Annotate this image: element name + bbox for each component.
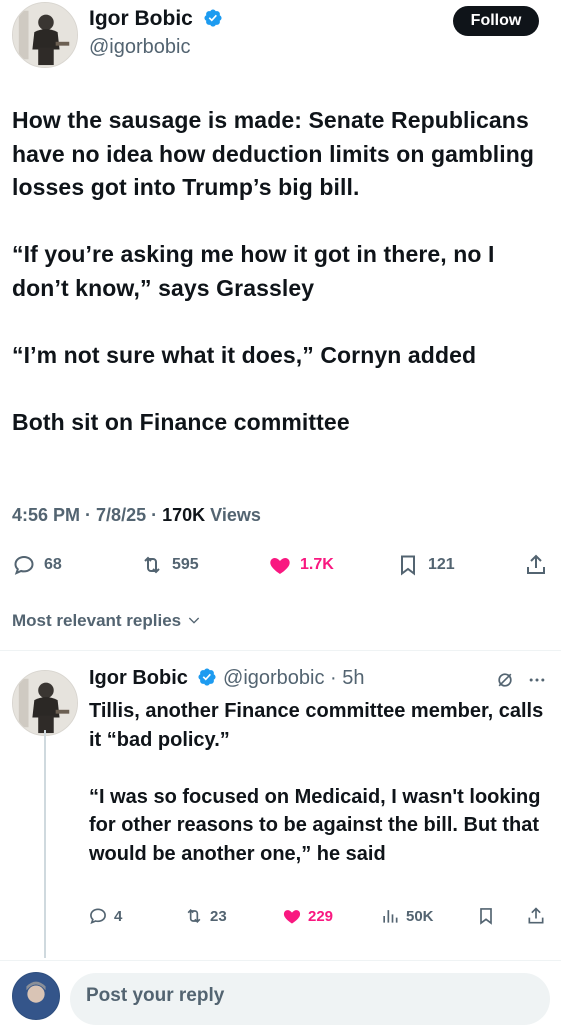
reply-repost-button[interactable]: 23 (184, 903, 227, 929)
reply-composer-input[interactable]: Post your reply (70, 973, 550, 1025)
verified-badge-icon (198, 668, 216, 686)
reply-bookmark-button[interactable] (476, 903, 496, 929)
like-count: 1.7K (300, 556, 334, 573)
bookmark-icon (401, 555, 415, 576)
bookmark-icon (480, 908, 492, 925)
repost-count: 595 (172, 556, 199, 573)
reply-count: 68 (44, 556, 62, 573)
chevron-down-icon (188, 617, 199, 624)
divider (0, 960, 561, 961)
reply-text: Tillis, another Finance committee member… (89, 697, 551, 868)
bookmark-count: 121 (428, 556, 455, 573)
tweet-paragraph: Both sit on Finance committee (12, 408, 350, 435)
tweet-time[interactable]: 4:56 PM (12, 505, 80, 525)
reply-repost-count: 23 (210, 907, 227, 925)
reply-button[interactable]: 68 (12, 550, 62, 580)
author-name[interactable]: Igor Bobic (89, 7, 193, 30)
reply-paragraph: Tillis, another Finance committee member… (89, 700, 544, 751)
reply-views-button[interactable]: 50K (380, 903, 434, 929)
heart-icon (283, 910, 301, 924)
reply-author-name[interactable]: Igor Bobic (89, 667, 188, 689)
thread-line (44, 730, 46, 958)
tweet-date[interactable]: 7/8/25 (96, 505, 146, 525)
views-label: Views (210, 505, 261, 525)
views-count: 170K (162, 505, 206, 525)
replies-sort-label: Most relevant replies (12, 611, 182, 630)
tweet-paragraph: “I’m not sure what it does,” Cornyn adde… (12, 341, 477, 368)
repost-icon (144, 556, 160, 574)
tweet-text: How the sausage is made: Senate Republic… (12, 104, 542, 439)
reply-actions: 4 23 229 50K (88, 903, 553, 929)
bookmark-button[interactable]: 121 (396, 550, 455, 580)
tweet-meta: 4:56 PM · 7/8/25 · 170K Views (12, 505, 261, 525)
reply-author-avatar[interactable] (12, 670, 78, 736)
verified-badge-icon (204, 9, 222, 27)
repost-icon (187, 908, 201, 924)
reply-reply-button[interactable]: 4 (88, 903, 122, 929)
heart-icon (270, 558, 290, 574)
author-avatar[interactable] (12, 2, 78, 68)
grok-icon[interactable] (495, 670, 515, 690)
share-button[interactable] (524, 550, 548, 580)
reply-author-handle[interactable]: @igorbobic (223, 667, 324, 689)
like-button[interactable]: 1.7K (268, 550, 334, 580)
reply-header: Igor Bobic @igorbobic · 5h (89, 667, 365, 689)
reply-icon (90, 908, 106, 925)
reply-reply-count: 4 (114, 907, 123, 925)
reply-views-count: 50K (406, 907, 434, 925)
author-name-row: Igor Bobic (89, 7, 223, 31)
tweet-paragraph: “If you’re asking me how it got in there… (12, 241, 495, 301)
replies-sort[interactable]: Most relevant replies (12, 611, 202, 631)
share-icon (527, 554, 545, 574)
reply-like-button[interactable]: 229 (282, 903, 333, 929)
author-handle[interactable]: @igorbobic (89, 36, 190, 59)
tweet-paragraph: How the sausage is made: Senate Republic… (12, 107, 535, 200)
reply-icon (14, 555, 34, 575)
reply-share-button[interactable] (526, 903, 546, 929)
repost-button[interactable]: 595 (140, 550, 199, 580)
divider (0, 650, 561, 651)
more-icon[interactable] (527, 670, 547, 690)
share-icon (528, 907, 544, 924)
reply-paragraph: “I was so focused on Medicaid, I wasn't … (89, 785, 541, 865)
reply-like-count: 229 (308, 907, 334, 925)
tweet-actions: 68 595 1.7K 121 (12, 550, 552, 580)
views-icon (383, 910, 398, 923)
reply-age[interactable]: 5h (342, 667, 364, 689)
current-user-avatar[interactable] (12, 972, 60, 1020)
follow-button[interactable]: Follow (453, 6, 539, 36)
